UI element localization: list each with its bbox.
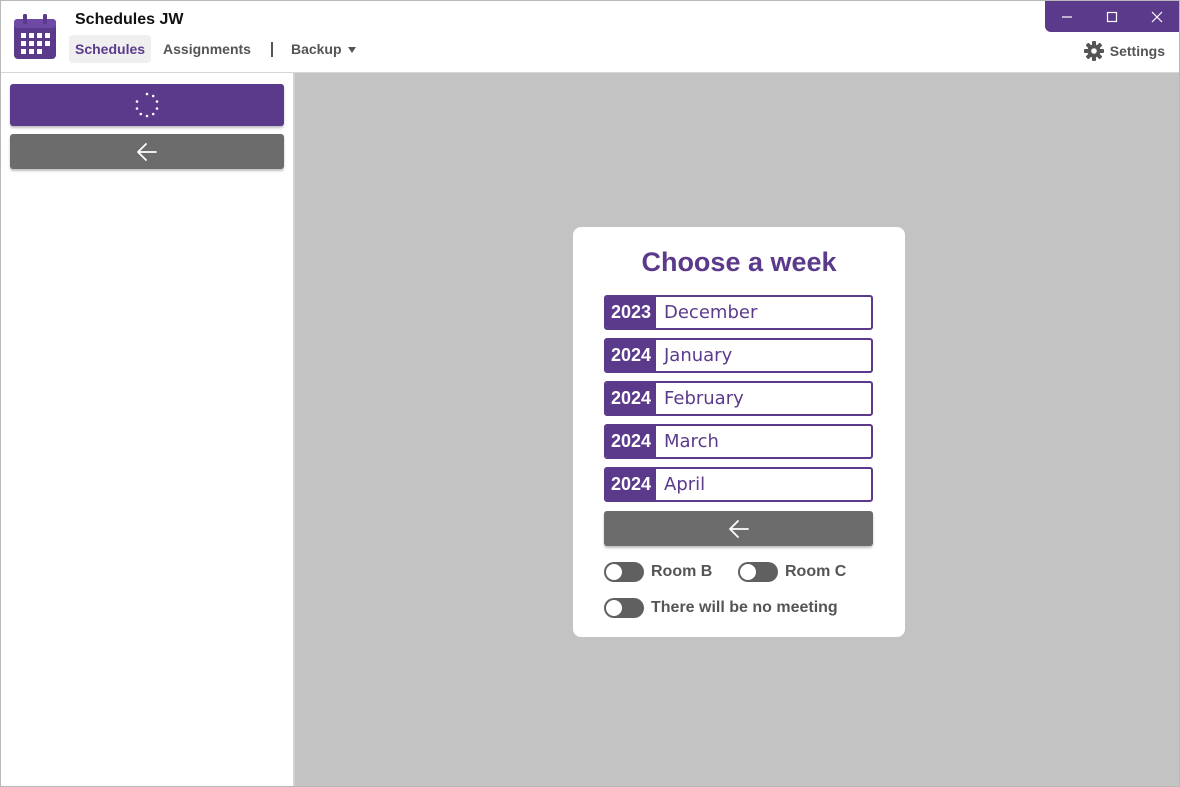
minimize-button[interactable]	[1045, 1, 1090, 32]
nav-schedules[interactable]: Schedules	[69, 35, 152, 63]
window-controls	[1045, 1, 1179, 32]
month-option[interactable]: 2024 February	[604, 381, 873, 416]
app-window: Schedules JW Schedules Assignments Backu…	[0, 0, 1180, 787]
room-b-toggle[interactable]: Room B	[604, 562, 712, 582]
toggle-knob	[605, 563, 623, 581]
calendar-icon	[14, 14, 56, 59]
toggle-switch[interactable]	[604, 562, 644, 582]
close-icon	[1151, 11, 1163, 22]
toggle-switch[interactable]	[738, 562, 778, 582]
month-year: 2023	[606, 297, 656, 328]
nav-backup-label: Backup	[290, 41, 342, 57]
month-option[interactable]: 2023 December	[604, 295, 873, 330]
month-year: 2024	[606, 340, 656, 371]
arrow-left-icon	[728, 519, 749, 538]
app-title: Schedules JW	[75, 11, 184, 28]
month-year: 2024	[606, 426, 656, 457]
month-option[interactable]: 2024 January	[604, 338, 873, 373]
no-meeting-toggle[interactable]: There will be no meeting	[604, 598, 838, 618]
month-name: March	[664, 431, 719, 452]
room-c-toggle[interactable]: Room C	[738, 562, 846, 582]
maximize-button[interactable]	[1090, 1, 1135, 32]
nav-backup-dropdown[interactable]: Backup	[285, 35, 362, 63]
room-c-label: Room C	[785, 563, 847, 580]
close-button[interactable]	[1134, 1, 1179, 32]
toggle-switch[interactable]	[604, 598, 644, 618]
week-picker-card: Choose a week 2023 December 2024 January…	[573, 227, 905, 637]
gear-icon	[1083, 41, 1104, 61]
toggle-knob	[739, 563, 757, 581]
caret-down-icon	[347, 47, 356, 54]
arrow-left-icon	[137, 142, 157, 161]
toggle-knob	[605, 599, 623, 617]
month-year: 2024	[606, 469, 656, 500]
main-nav: Schedules Assignments Backup	[69, 35, 368, 63]
settings-label: Settings	[1109, 43, 1165, 59]
spinner-icon	[135, 92, 159, 118]
month-name: February	[664, 388, 744, 409]
month-option[interactable]: 2024 April	[604, 467, 873, 502]
settings-button[interactable]: Settings	[1083, 41, 1165, 61]
week-picker-back-button[interactable]	[604, 511, 873, 546]
month-name: January	[664, 345, 733, 366]
week-picker-title: Choose a week	[641, 247, 837, 277]
main-area: Choose a week 2023 December 2024 January…	[295, 73, 1179, 786]
no-meeting-label: There will be no meeting	[651, 599, 838, 616]
header: Schedules JW Schedules Assignments Backu…	[1, 1, 1179, 73]
nav-assignments[interactable]: Assignments	[157, 35, 257, 63]
month-year: 2024	[606, 383, 656, 414]
month-name: April	[664, 474, 706, 495]
minimize-icon	[1062, 15, 1073, 18]
maximize-icon	[1106, 11, 1118, 22]
sidebar-back-button[interactable]	[10, 134, 284, 169]
sidebar	[1, 73, 295, 786]
load-button[interactable]	[10, 84, 284, 126]
month-name: December	[664, 302, 758, 323]
nav-divider	[270, 41, 273, 57]
month-option[interactable]: 2024 March	[604, 424, 873, 459]
room-b-label: Room B	[651, 563, 713, 580]
